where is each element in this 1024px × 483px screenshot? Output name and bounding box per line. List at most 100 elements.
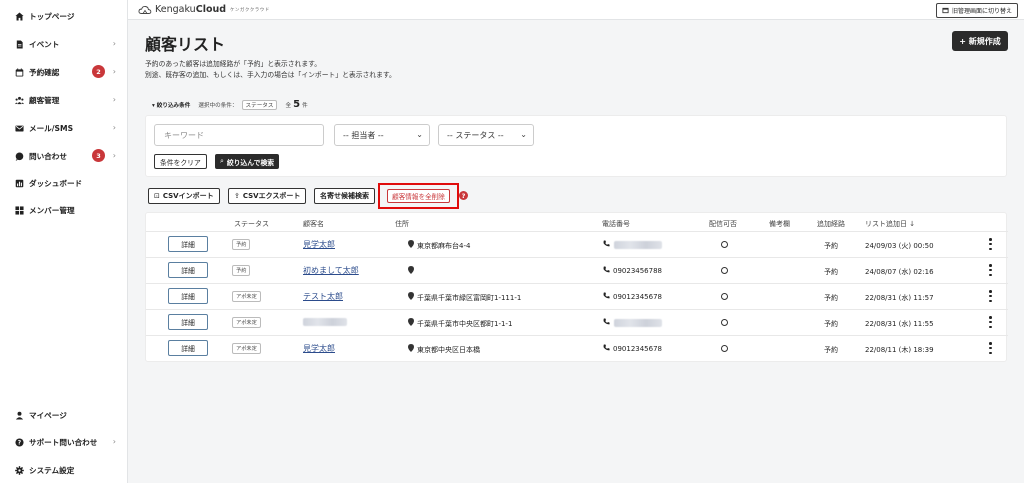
staff-select[interactable]: -- 担当者 -- ⌄ xyxy=(334,124,430,146)
count-prefix: 全 xyxy=(285,102,292,109)
customer-name-link[interactable]: 見学太郎 xyxy=(303,239,335,250)
detail-button[interactable]: 詳細 xyxy=(168,288,208,304)
sidebar-item-top[interactable]: トップページ xyxy=(0,6,128,26)
csv-export-label: CSVエクスポート xyxy=(242,192,301,200)
sidebar-item-label: メール/SMS xyxy=(29,123,74,133)
count-suffix: 件 xyxy=(302,102,308,109)
sidebar-item-label: メンバー管理 xyxy=(29,205,75,215)
sidebar-item-inquiries[interactable]: 問い合わせ 3 › xyxy=(0,146,128,166)
phone-cell: 09012345678 xyxy=(613,345,662,353)
status-tag: 予約 xyxy=(232,265,251,276)
more-menu-icon[interactable] xyxy=(989,290,992,302)
column-header-added-date[interactable]: リスト追加日 ↓ xyxy=(865,219,915,229)
sidebar-item-mypage[interactable]: マイページ xyxy=(0,405,128,425)
detail-button[interactable]: 詳細 xyxy=(168,340,208,356)
address-cell: 千葉県千葉市中央区都町1-1-1 xyxy=(417,320,513,328)
more-menu-icon[interactable] xyxy=(989,264,992,276)
chevron-right-icon: › xyxy=(112,67,116,76)
blurred-phone xyxy=(614,241,662,249)
added-date-cell: 22/08/31 (水) 11:57 xyxy=(865,294,934,302)
keyword-input[interactable] xyxy=(154,124,324,146)
switch-icon xyxy=(942,7,949,14)
phone-cell: 09023456788 xyxy=(613,267,662,275)
chevron-down-icon: ⌄ xyxy=(416,130,423,139)
column-header-status: ステータス xyxy=(234,220,269,228)
blurred-customer-name[interactable] xyxy=(303,318,347,326)
column-header-route: 追加経路 xyxy=(817,220,845,228)
cloud-logo-icon xyxy=(138,5,152,14)
export-icon: ⇪ xyxy=(234,192,240,200)
selected-condition-chip: ステータス xyxy=(241,99,278,110)
deliverable-mark xyxy=(721,241,728,248)
delete-all-customers-button[interactable]: 顧客情報を全削除 xyxy=(387,189,450,203)
customer-name-link[interactable]: 見学太郎 xyxy=(303,343,335,354)
app-logo[interactable]: Kengaku Cloud ケンガククラウド xyxy=(138,4,270,15)
added-date-cell: 24/08/07 (水) 02:16 xyxy=(865,268,934,276)
import-icon: ⊡ xyxy=(154,192,160,200)
sidebar-item-support[interactable]: ? サポート問い合わせ › xyxy=(0,432,128,452)
grid-icon xyxy=(14,205,24,215)
deliverable-mark xyxy=(721,345,728,352)
table-row: 詳細 予約 見学太郎 東京都麻布台4-4 予約 24/09/03 (火) 00:… xyxy=(146,231,1008,257)
people-icon xyxy=(14,95,24,105)
calendar-icon xyxy=(14,67,24,77)
mail-icon xyxy=(14,123,24,133)
sidebar-item-label: 顧客管理 xyxy=(29,95,60,105)
staff-select-value: -- 担当者 -- xyxy=(343,130,384,140)
sidebar-item-label: マイページ xyxy=(29,410,67,420)
detail-button[interactable]: 詳細 xyxy=(168,236,208,252)
phone-icon xyxy=(603,240,610,247)
sidebar-item-label: イベント xyxy=(29,39,60,49)
status-tag: アポ未定 xyxy=(232,317,261,328)
chevron-right-icon: › xyxy=(112,123,116,132)
sidebar-item-settings[interactable]: システム設定 xyxy=(0,460,128,480)
user-icon xyxy=(14,410,24,420)
csv-export-button[interactable]: ⇪ CSVエクスポート xyxy=(228,188,307,204)
logo-text-a: Kengaku xyxy=(155,4,196,15)
more-menu-icon[interactable] xyxy=(989,316,992,328)
help-circle-icon: ? xyxy=(14,437,24,447)
chevron-right-icon: › xyxy=(112,95,116,104)
sidebar-item-label: 予約確認 xyxy=(29,67,60,77)
detail-button[interactable]: 詳細 xyxy=(168,314,208,330)
sidebar-item-members[interactable]: メンバー管理 xyxy=(0,200,128,220)
location-pin-icon xyxy=(408,240,414,248)
csv-import-button[interactable]: ⊡ CSVインポート xyxy=(148,188,220,204)
status-select[interactable]: -- ステータス -- ⌄ xyxy=(438,124,534,146)
sidebar-item-label: ダッシュボード xyxy=(29,178,83,188)
route-cell: 予約 xyxy=(824,346,838,354)
customer-name-link[interactable]: テスト太郎 xyxy=(303,291,343,302)
more-menu-icon[interactable] xyxy=(989,342,992,354)
customer-name-link[interactable]: 初めまして太郎 xyxy=(303,265,359,276)
sidebar-item-reservations[interactable]: 予約確認 2 › xyxy=(0,62,128,82)
help-icon[interactable]: ? xyxy=(459,191,468,200)
chart-icon xyxy=(14,178,24,188)
added-date-cell: 24/09/03 (火) 00:50 xyxy=(865,242,934,250)
filter-search-button[interactable]: ⌕ 絞り込んで検索 xyxy=(215,154,280,169)
status-tag: 予約 xyxy=(232,239,251,250)
clear-conditions-button[interactable]: 条件をクリア xyxy=(154,154,207,169)
new-customer-button[interactable]: + 新規作成 xyxy=(952,31,1008,51)
chat-icon xyxy=(14,151,24,161)
sidebar-item-label: サポート問い合わせ xyxy=(29,437,98,447)
status-tag: アポ未定 xyxy=(232,291,261,302)
deliverable-mark xyxy=(721,267,728,274)
table-row: 詳細 アポ未定 千葉県千葉市中央区都町1-1-1 予約 22/08/31 (水)… xyxy=(146,309,1008,335)
filter-toggle[interactable]: ▾ 絞り込み条件 xyxy=(152,101,190,109)
topbar: Kengaku Cloud ケンガククラウド 旧管理画面に切り替え xyxy=(128,0,1024,20)
selected-conditions-label: 選択中の条件： xyxy=(198,102,238,109)
detail-button[interactable]: 詳細 xyxy=(168,262,208,278)
switch-old-admin-button[interactable]: 旧管理画面に切り替え xyxy=(935,3,1018,18)
name-match-search-button[interactable]: 名寄せ候補検索 xyxy=(314,188,375,204)
more-menu-icon[interactable] xyxy=(989,238,992,250)
column-header-notes: 備考欄 xyxy=(769,220,790,228)
column-header-address: 住所 xyxy=(395,220,409,228)
sidebar-item-events[interactable]: イベント › xyxy=(0,34,128,54)
sidebar-item-dashboard[interactable]: ダッシュボード xyxy=(0,173,128,193)
switch-old-admin-label: 旧管理画面に切り替え xyxy=(951,8,1012,15)
column-header-deliverable: 配信可否 xyxy=(709,220,737,228)
sidebar-item-customers[interactable]: 顧客管理 › xyxy=(0,90,128,110)
route-cell: 予約 xyxy=(824,268,838,276)
sidebar-item-mail-sms[interactable]: メール/SMS › xyxy=(0,118,128,138)
location-pin-icon xyxy=(408,318,414,326)
